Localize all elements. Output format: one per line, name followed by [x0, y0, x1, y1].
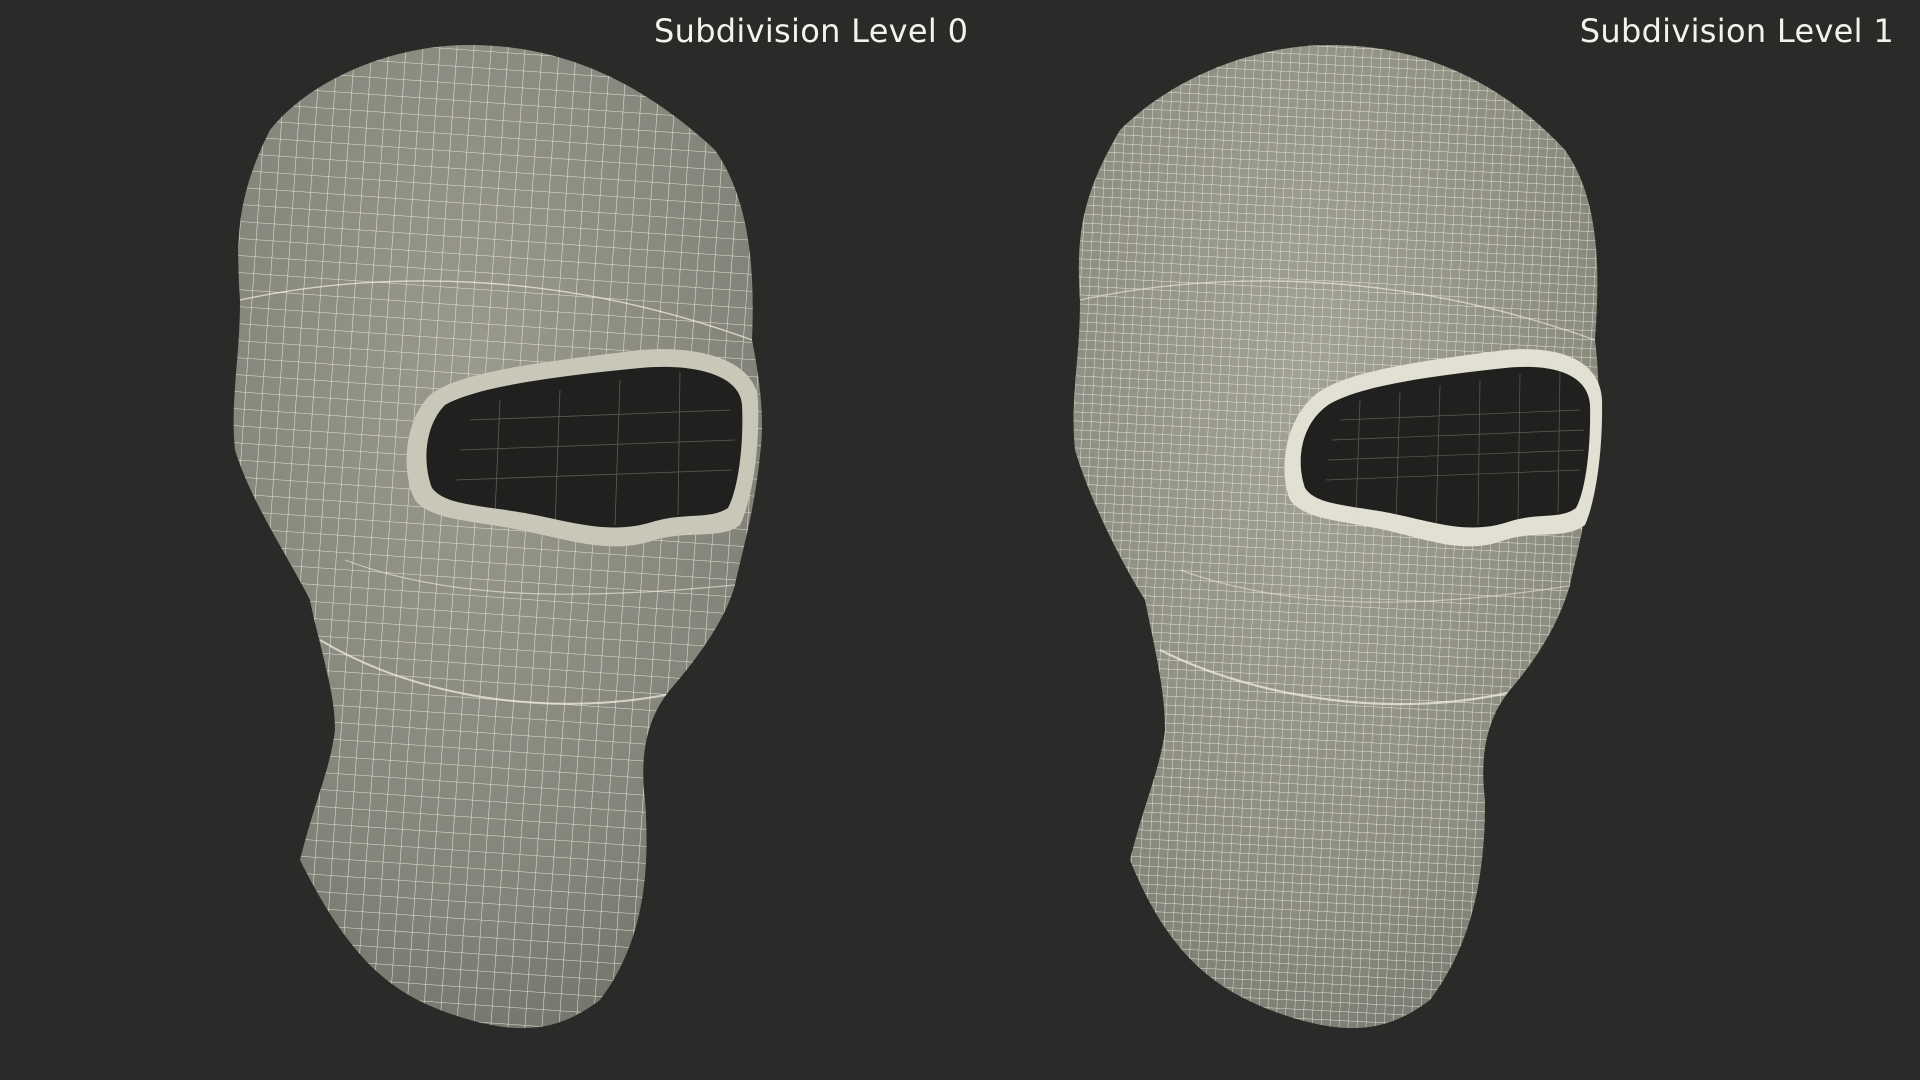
viewport-level-1: Subdivision Level 1 [960, 0, 1920, 1080]
render-stage: Subdivision Level 0 Subdivision Level 1 [0, 0, 1920, 1080]
subdivision-level-0-label: Subdivision Level 0 [654, 12, 969, 50]
balaclava-level-0 [233, 45, 763, 1029]
viewport-level-0: Subdivision Level 0 [0, 0, 968, 1080]
subdivision-level-1-label: Subdivision Level 1 [1579, 12, 1894, 50]
wireframe-grid [233, 45, 763, 1029]
balaclava-level-1 [1073, 45, 1603, 1029]
